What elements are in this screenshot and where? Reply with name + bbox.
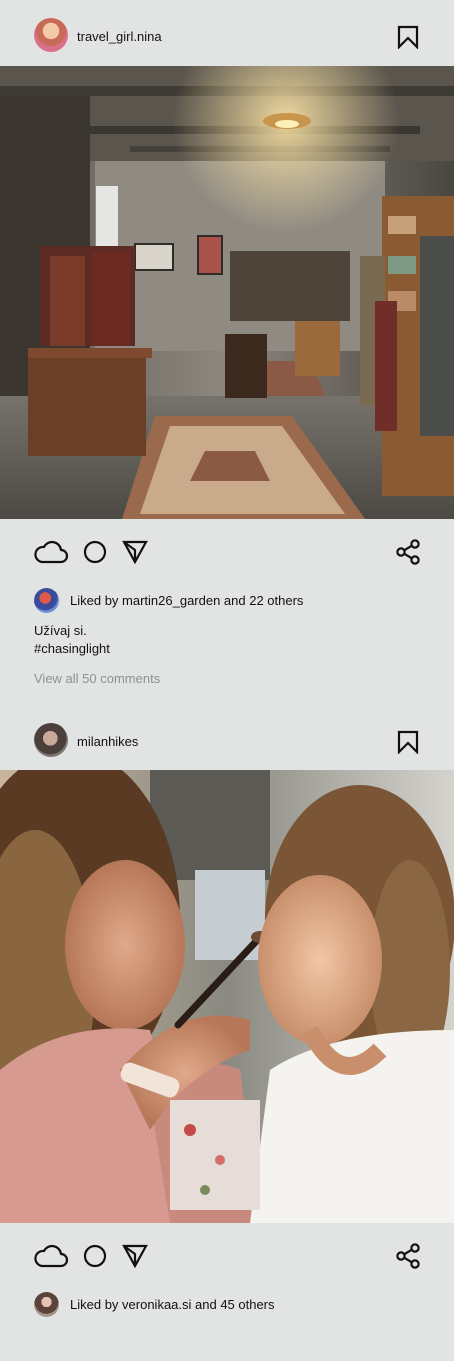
likes-row: Liked by veronikaa.si and 45 others	[34, 1291, 275, 1317]
avatar[interactable]	[34, 1291, 59, 1317]
bookmark-icon[interactable]	[396, 730, 420, 754]
send-icon[interactable]	[122, 1243, 148, 1269]
circle-comment-icon[interactable]	[83, 540, 107, 564]
bookmark-icon[interactable]	[396, 25, 420, 49]
likes-text[interactable]: Liked by veronikaa.si and 45 others	[70, 1297, 275, 1312]
post-header: travel_girl.nina	[0, 0, 454, 66]
send-icon[interactable]	[122, 539, 148, 565]
post: travel_girl.nina Liked by martin26_garde…	[0, 0, 454, 686]
post-username[interactable]: travel_girl.nina	[77, 29, 162, 44]
post-photo[interactable]	[0, 770, 454, 1223]
caption: Užívaj si. #chasinglight	[34, 622, 110, 658]
cloud-heart-icon[interactable]	[33, 1242, 69, 1270]
circle-comment-icon[interactable]	[83, 1244, 107, 1268]
share-icon[interactable]	[396, 539, 420, 565]
likes-row: Liked by martin26_garden and 22 others	[34, 587, 303, 613]
post-photo[interactable]	[0, 66, 454, 519]
post: milanhikes Liked by veronikaa.si and 45 …	[0, 703, 454, 1317]
hashtag[interactable]: #chasinglight	[34, 640, 110, 658]
view-comments-link[interactable]: View all 50 comments	[34, 671, 160, 686]
share-icon[interactable]	[396, 1243, 420, 1269]
avatar[interactable]	[34, 723, 68, 757]
post-username[interactable]: milanhikes	[77, 734, 138, 749]
likes-text[interactable]: Liked by martin26_garden and 22 others	[70, 593, 303, 608]
avatar[interactable]	[34, 18, 68, 52]
post-header: milanhikes	[0, 703, 454, 769]
action-bar	[0, 1236, 454, 1276]
caption-text: Užívaj si.	[34, 623, 87, 638]
cloud-heart-icon[interactable]	[33, 538, 69, 566]
avatar[interactable]	[34, 587, 59, 613]
action-bar	[0, 532, 454, 572]
